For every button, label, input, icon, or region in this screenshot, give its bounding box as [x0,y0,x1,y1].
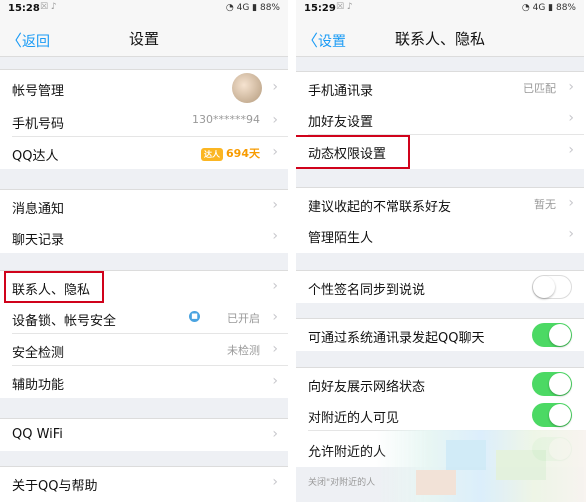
mosaic-block [446,440,486,470]
row-label: QQ WiFi [12,427,63,442]
row-about[interactable]: 关于QQ与帮助 › [0,466,288,502]
row-label: 关于QQ与帮助 [12,479,98,494]
row-value: 未检测 [227,344,260,357]
row-network-status: 向好友展示网络状态 [296,367,584,400]
page-title: 联系人、隐私 [394,30,485,48]
row-label: 管理陌生人 [308,231,374,246]
chevron-right-icon: › [272,426,278,442]
chevron-right-icon: › [272,341,278,357]
chevron-right-icon: › [272,228,278,244]
toggle-knob [549,373,571,395]
lock-icon: ■ [189,311,200,322]
row-visible-nearby: 对附近的人可见 [296,399,584,431]
mosaic-overlay [376,430,586,502]
days-value: 694天 [226,147,260,160]
row-label: 消息通知 [12,202,65,217]
chevron-right-icon: › [272,309,278,325]
row-signature-sync: 个性签名同步到说说 [296,270,584,303]
row-add-friend-settings[interactable]: 加好友设置 › [296,103,584,135]
chevron-right-icon: › [272,278,278,294]
row-value: 暂无 [534,198,556,211]
notification-icons: ☒ ♪ [40,2,57,12]
status-time: 15:29 [304,3,336,14]
toggle-knob [533,276,555,298]
status-right: ◔ 4G ▮ 88% [521,3,576,13]
row-label: 帐号管理 [12,84,65,99]
qq-expert-value: 达人 694天 [201,145,260,161]
row-phone-contacts[interactable]: 手机通讯录 已匹配 › [296,71,584,104]
nav-bar: 〈返回 设置 [0,18,288,57]
row-label: 个性签名同步到说说 [308,283,426,298]
row-manage-strangers[interactable]: 管理陌生人 › [296,219,584,253]
chevron-right-icon: › [568,195,574,211]
row-label: 辅助功能 [12,378,65,393]
row-security-check[interactable]: 安全检测 未检测 › [0,334,288,366]
chevron-right-icon: › [568,79,574,95]
status-time: 15:28 [8,3,40,14]
row-label: 安全检测 [12,346,65,361]
row-phone[interactable]: 手机号码 130******94 › [0,105,288,137]
row-notifications[interactable]: 消息通知 › [0,189,288,222]
row-label: 允许附近的人 [308,445,387,460]
row-qq-expert[interactable]: QQ达人 达人 694天 › [0,137,288,169]
row-label: 聊天记录 [12,233,65,248]
highlight-box [4,271,104,303]
row-label: 手机号码 [12,117,65,132]
row-value: 已匹配 [523,82,556,95]
chevron-right-icon: › [272,373,278,389]
expert-badge: 达人 [201,148,224,161]
mosaic-block [496,450,546,480]
row-qq-chat-via-contacts: 可通过系统通讯录发起QQ聊天 [296,318,584,351]
status-bar: 15:28 ☒ ♪ ◔ 4G ▮ 88% [0,0,288,18]
row-account[interactable]: 帐号管理 › [0,69,288,106]
row-value: 130******94 [192,113,260,126]
chevron-right-icon: › [568,226,574,242]
qq-chat-toggle[interactable] [532,323,572,347]
chevron-right-icon: › [272,79,278,95]
row-label: QQ达人 [12,149,59,164]
chevron-right-icon: › [568,110,574,126]
row-label: 可通过系统通讯录发起QQ聊天 [308,331,485,346]
highlight-box [296,135,410,169]
row-device-lock[interactable]: 设备锁、帐号安全 ■ 已开启 › [0,302,288,334]
visible-nearby-toggle[interactable] [532,403,572,427]
row-accessibility[interactable]: 辅助功能 › [0,366,288,398]
settings-screen: 15:28 ☒ ♪ ◔ 4G ▮ 88% 〈返回 设置 帐号管理 › 手机号码 … [0,0,288,502]
page-title: 设置 [128,30,159,48]
notification-icons: ☒ ♪ [336,2,353,12]
chevron-right-icon: › [272,144,278,160]
chevron-right-icon: › [272,112,278,128]
row-chat-history[interactable]: 聊天记录 › [0,221,288,253]
row-collapse-friends[interactable]: 建议收起的不常联系好友 暂无 › [296,187,584,220]
row-label: 设备锁、帐号安全 [12,314,117,329]
row-label: 加好友设置 [308,115,374,130]
contacts-privacy-screen: 15:29 ☒ ♪ ◔ 4G ▮ 88% 〈设置 联系人、隐私 手机通讯录 已匹… [296,0,584,502]
wifi-icon: ◔ [521,3,530,13]
signal-label: 4G [236,3,250,13]
toggle-knob [549,404,571,426]
row-value: 已开启 [227,312,260,325]
status-right: ◔ 4G ▮ 88% [225,3,280,13]
avatar [232,73,262,103]
nav-bar: 〈设置 联系人、隐私 [296,18,584,57]
row-label: 建议收起的不常联系好友 [308,200,452,215]
mosaic-block [416,470,456,495]
wifi-icon: ◔ [225,3,234,13]
battery-label: 88% [555,3,576,13]
row-label: 手机通讯录 [308,84,374,99]
network-status-toggle[interactable] [532,372,572,396]
chevron-right-icon: › [272,474,278,490]
toggle-knob [549,324,571,346]
row-label: 向好友展示网络状态 [308,380,426,395]
chevron-right-icon: › [272,197,278,213]
battery-label: 88% [259,3,280,13]
status-bar: 15:29 ☒ ♪ ◔ 4G ▮ 88% [296,0,584,18]
row-label: 对附近的人可见 [308,411,400,426]
row-qq-wifi[interactable]: QQ WiFi › [0,418,288,451]
footer-note: 关闭"对附近的人 [308,478,376,488]
signature-sync-toggle[interactable] [532,275,572,299]
chevron-right-icon: › [568,142,574,158]
signal-label: 4G [532,3,546,13]
